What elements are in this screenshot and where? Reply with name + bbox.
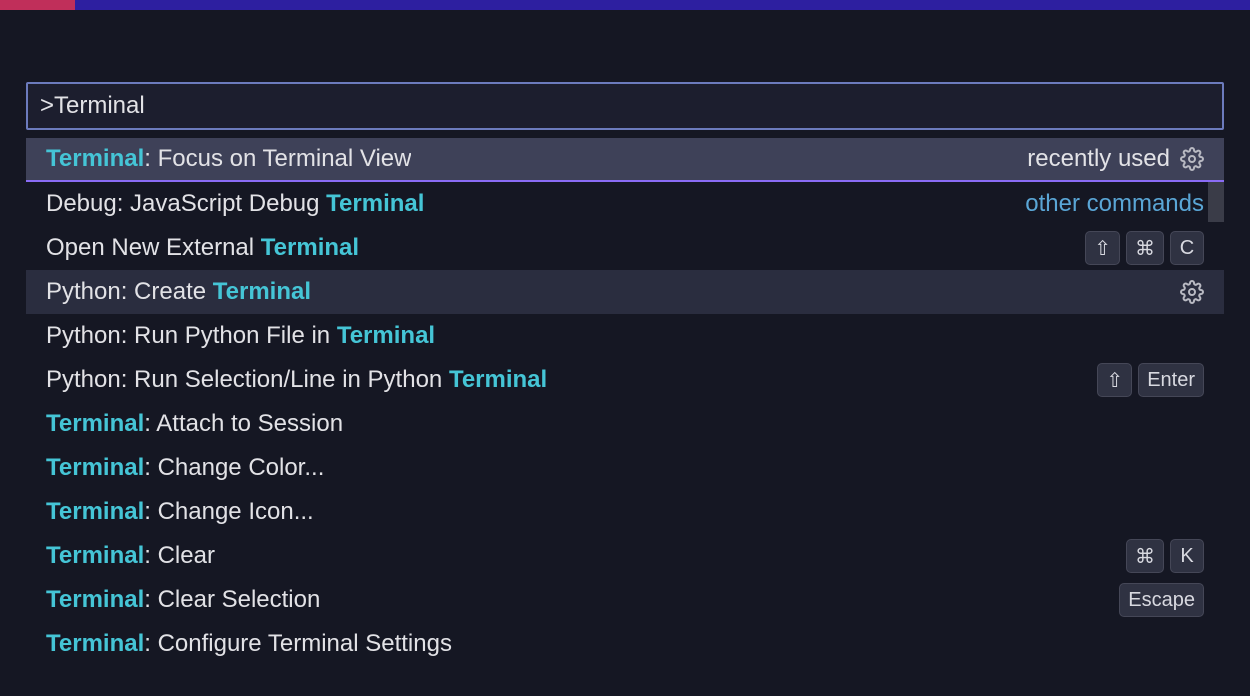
other-commands-label: other commands (1025, 190, 1204, 218)
command-label: Terminal: Attach to Session (46, 410, 343, 438)
command-item-terminal-focus-view[interactable]: Terminal: Focus on Terminal View recentl… (26, 138, 1224, 182)
command-palette-list: Terminal: Focus on Terminal View recentl… (26, 138, 1224, 666)
key-c: C (1170, 231, 1204, 265)
match-highlight: Terminal (46, 410, 144, 438)
command-palette-search-wrap (26, 82, 1224, 130)
command-item-python-run-selection-terminal[interactable]: Python: Run Selection/Line in Python Ter… (26, 358, 1224, 402)
command-item-python-create-terminal[interactable]: Python: Create Terminal (26, 270, 1224, 314)
command-label: Python: Run Selection/Line in Python Ter… (46, 366, 547, 394)
command-label: Python: Run Python File in Terminal (46, 322, 435, 350)
command-label: Terminal: Configure Terminal Settings (46, 630, 452, 658)
label-text: : Clear (144, 542, 215, 570)
match-highlight: Terminal (46, 542, 144, 570)
keybinding: ⇧ Enter (1097, 363, 1204, 397)
command-label: Debug: JavaScript Debug Terminal (46, 190, 424, 218)
label-text: : Change Color... (144, 454, 324, 482)
label-text: Python: Create (46, 278, 213, 306)
command-item-python-run-file-terminal[interactable]: Python: Run Python File in Terminal (26, 314, 1224, 358)
key-shift: ⇧ (1097, 363, 1132, 397)
label-text: : Configure Terminal Settings (144, 630, 452, 658)
key-escape: Escape (1119, 583, 1204, 617)
keybinding: Escape (1119, 583, 1204, 617)
label-text: Python: Run Python File in (46, 322, 337, 350)
recently-used-label: recently used (1027, 145, 1170, 173)
key-cmd: ⌘ (1126, 539, 1164, 573)
command-label: Terminal: Clear (46, 542, 215, 570)
label-text: Open New External (46, 234, 261, 262)
label-text: : Change Icon... (144, 498, 313, 526)
label-text: Debug: JavaScript Debug (46, 190, 326, 218)
command-item-terminal-configure-settings[interactable]: Terminal: Configure Terminal Settings (26, 622, 1224, 666)
command-label: Open New External Terminal (46, 234, 359, 262)
match-highlight: Terminal (337, 322, 435, 350)
command-label: Terminal: Change Color... (46, 454, 324, 482)
command-item-debug-js-terminal[interactable]: Debug: JavaScript Debug Terminal other c… (26, 182, 1224, 226)
command-palette-input[interactable] (40, 92, 1210, 120)
command-item-terminal-clear[interactable]: Terminal: Clear ⌘ K (26, 534, 1224, 578)
command-item-terminal-attach-session[interactable]: Terminal: Attach to Session (26, 402, 1224, 446)
match-highlight: Terminal (46, 586, 144, 614)
match-highlight: Terminal (46, 498, 144, 526)
match-highlight: Terminal (449, 366, 547, 394)
match-highlight: Terminal (46, 145, 144, 173)
match-highlight: Terminal (326, 190, 424, 218)
key-shift: ⇧ (1085, 231, 1120, 265)
command-label: Python: Create Terminal (46, 278, 311, 306)
match-highlight: Terminal (46, 454, 144, 482)
command-palette: Terminal: Focus on Terminal View recentl… (26, 82, 1224, 666)
label-text: : Clear Selection (144, 586, 320, 614)
gear-icon[interactable] (1180, 280, 1204, 304)
command-item-terminal-change-color[interactable]: Terminal: Change Color... (26, 446, 1224, 490)
match-highlight: Terminal (213, 278, 311, 306)
match-highlight: Terminal (261, 234, 359, 262)
key-enter: Enter (1138, 363, 1204, 397)
keybinding: ⌘ K (1126, 539, 1204, 573)
key-k: K (1170, 539, 1204, 573)
label-text: : Attach to Session (144, 410, 343, 438)
label-text: : Focus on Terminal View (144, 145, 411, 173)
command-label: Terminal: Focus on Terminal View (46, 145, 411, 173)
key-cmd: ⌘ (1126, 231, 1164, 265)
command-item-terminal-change-icon[interactable]: Terminal: Change Icon... (26, 490, 1224, 534)
command-label: Terminal: Change Icon... (46, 498, 314, 526)
gear-icon[interactable] (1180, 147, 1204, 171)
label-text: Python: Run Selection/Line in Python (46, 366, 449, 394)
window-titlebar-accent (0, 0, 1250, 10)
keybinding: ⇧ ⌘ C (1085, 231, 1204, 265)
match-highlight: Terminal (46, 630, 144, 658)
command-item-terminal-clear-selection[interactable]: Terminal: Clear Selection Escape (26, 578, 1224, 622)
command-label: Terminal: Clear Selection (46, 586, 320, 614)
command-item-open-external-terminal[interactable]: Open New External Terminal ⇧ ⌘ C (26, 226, 1224, 270)
